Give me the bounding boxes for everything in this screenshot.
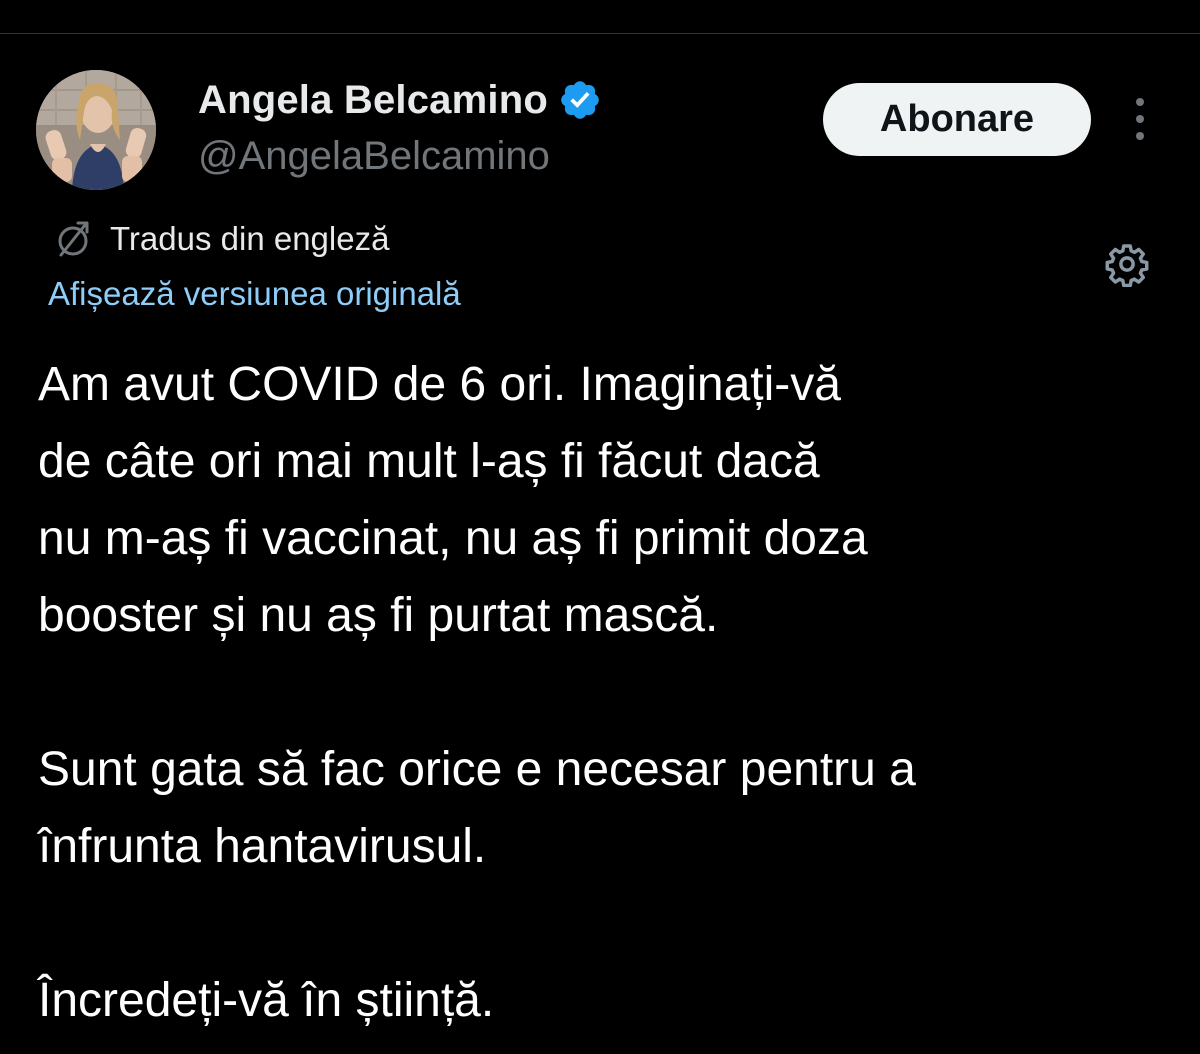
tweet-text: Am avut COVID de 6 ori. Imaginați-vă de … [38, 346, 1168, 1039]
translated-from-label: Tradus din engleză [110, 220, 390, 257]
tweet-paragraph: Încredeți-vă în știință. [38, 974, 495, 1027]
avatar[interactable] [36, 70, 156, 190]
avatar-photo [36, 70, 156, 190]
more-dot [1136, 115, 1144, 123]
translation-notice: Tradus din engleză [48, 214, 389, 264]
author-display-name[interactable]: Angela Belcamino [198, 78, 548, 123]
author-handle[interactable]: @AngelaBelcamino [198, 134, 550, 179]
show-original-link[interactable]: Afișează versiunea originală [48, 275, 461, 313]
gear-icon[interactable] [1104, 241, 1150, 287]
more-vertical-icon[interactable] [1122, 94, 1158, 144]
more-dot [1136, 132, 1144, 140]
author-name-row: Angela Belcamino [198, 74, 602, 126]
tweet-paragraph: Am avut COVID de 6 ori. Imaginați-vă de … [38, 358, 868, 642]
translate-icon [58, 221, 89, 257]
more-dot [1136, 98, 1144, 106]
tweet-paragraph: Sunt gata să fac orice e necesar pentru … [38, 743, 916, 873]
verified-badge-icon[interactable] [558, 78, 602, 122]
follow-button[interactable]: Abonare [823, 83, 1091, 156]
top-divider [0, 33, 1200, 34]
